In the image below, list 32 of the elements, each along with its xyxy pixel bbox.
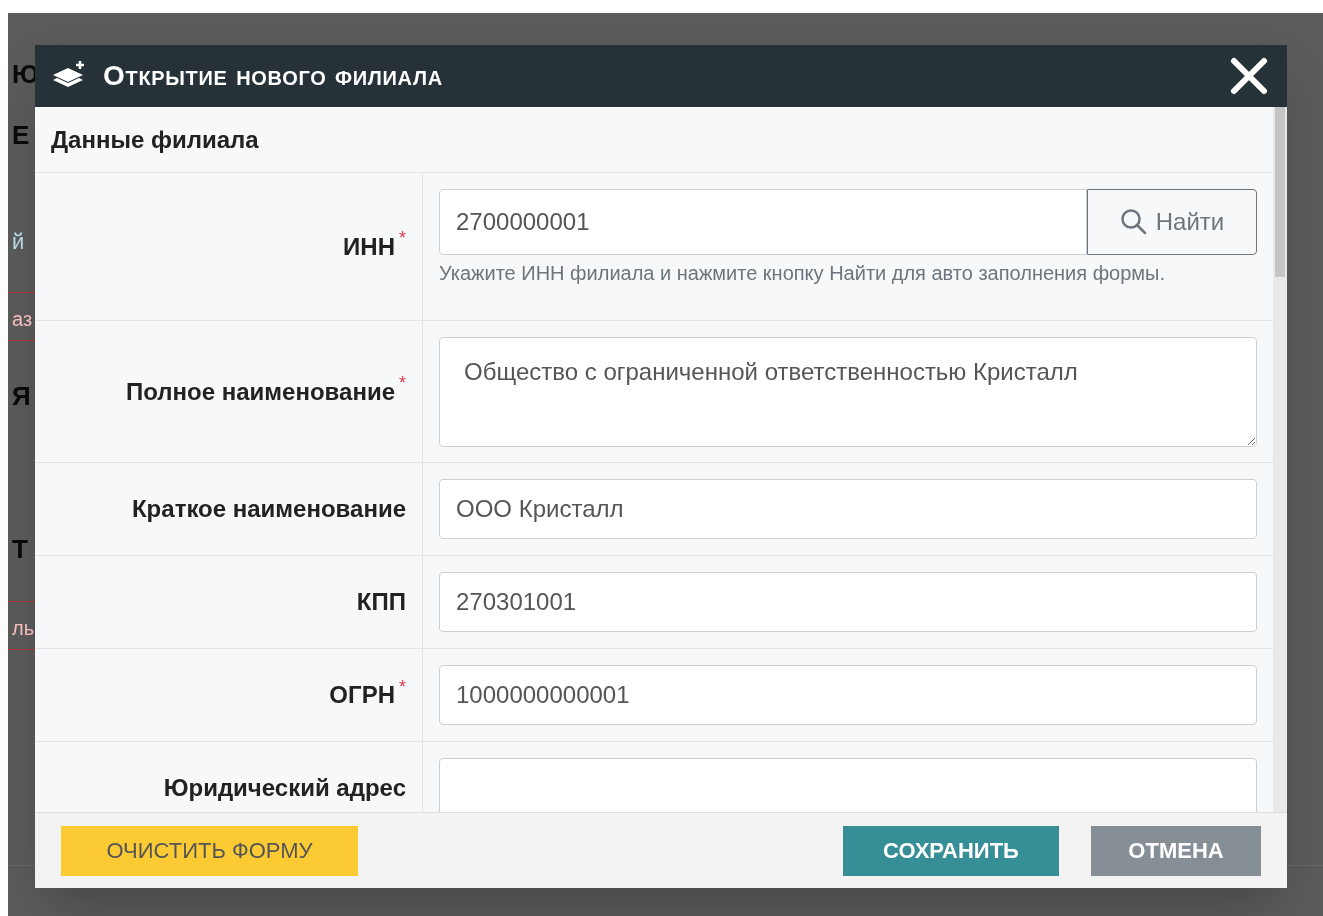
scrollbar[interactable]: [1273, 107, 1287, 812]
text-area[interactable]: Общество с ограниченной ответственностью Кристалл: [439, 337, 1257, 447]
find-button[interactable]: Найти: [1087, 189, 1257, 255]
page-heading: Я: [12, 380, 31, 413]
input-field[interactable]: [439, 758, 1257, 812]
save-button[interactable]: СОХРАНИТЬ: [843, 825, 1059, 876]
clear-form-button[interactable]: ОЧИСТИТЬ ФОРМУ: [61, 825, 358, 876]
required-mark: *: [399, 227, 406, 250]
page-tab[interactable]: ль: [12, 613, 35, 643]
field-label: ОГРН: [329, 681, 395, 709]
field-label: КПП: [356, 588, 406, 616]
page-tab[interactable]: аз: [12, 304, 33, 334]
page-link[interactable]: й: [12, 225, 25, 258]
page-heading: Т: [12, 533, 28, 566]
field-label: Краткое наименование: [131, 495, 406, 523]
search-icon: [1119, 208, 1148, 236]
scrollbar-thumb[interactable]: [1275, 107, 1285, 277]
inn-input[interactable]: 2700000001: [439, 189, 1087, 255]
cancel-button[interactable]: ОТМЕНА: [1091, 825, 1261, 876]
field-label: Юридический адрес: [163, 774, 406, 802]
input-field[interactable]: ООО Кристалл: [439, 479, 1257, 539]
field-label: ИНН: [343, 232, 395, 261]
section-title: Данные филиала: [35, 107, 1273, 173]
help-text: Укажите ИНН филиала и нажмите кнопку Найти для авто заполнения формы.: [439, 261, 1167, 286]
page-heading: Е: [12, 119, 30, 152]
close-icon: [1229, 56, 1269, 96]
input-field[interactable]: 270301001: [439, 572, 1257, 632]
field-label: Полное наименование: [126, 377, 395, 406]
required-mark: *: [399, 372, 406, 395]
required-mark: *: [399, 675, 406, 699]
input-field[interactable]: 1000000000001: [439, 665, 1257, 725]
dialog-title: Открытие нового филиала: [103, 59, 443, 93]
